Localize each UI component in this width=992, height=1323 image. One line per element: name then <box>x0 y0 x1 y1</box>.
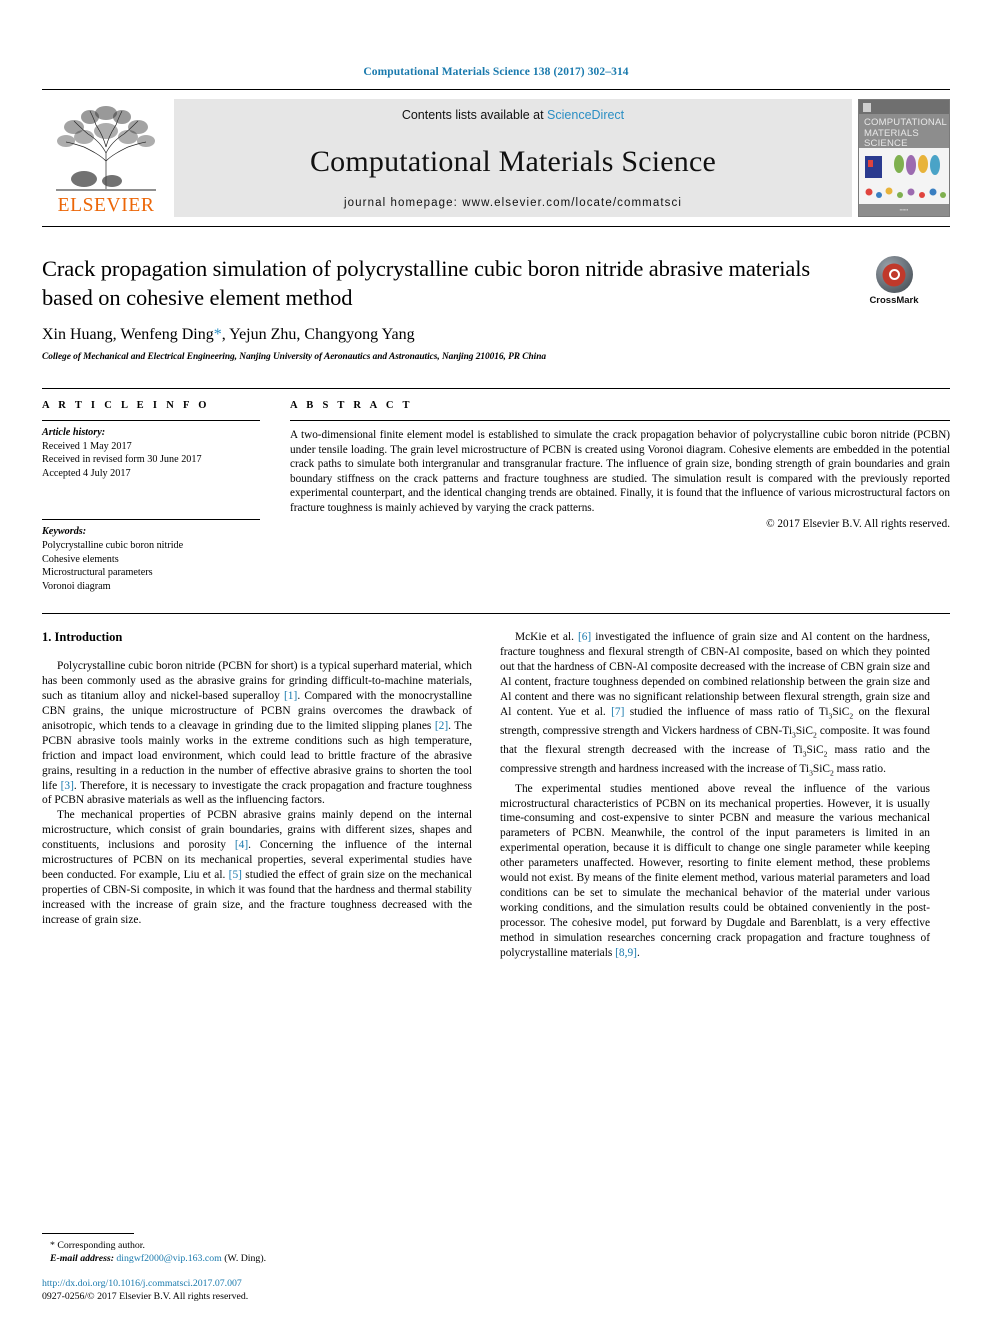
history-revised: Received in revised form 30 June 2017 <box>42 454 202 466</box>
article-info-column: A R T I C L E I N F O Article history: R… <box>42 400 290 593</box>
journal-title: Computational Materials Science <box>309 144 717 178</box>
cover-artwork-icon <box>859 148 949 204</box>
contents-prefix: Contents lists available at <box>401 108 548 122</box>
article-history: Article history: Received 1 May 2017 Rec… <box>42 421 260 480</box>
journal-masthead: ELSEVIER Contents lists available at Sci… <box>42 89 950 227</box>
citation-link[interactable]: [3] <box>61 780 74 792</box>
masthead-bottom-rule <box>42 226 950 227</box>
keyword-item: Voronoi diagram <box>42 580 111 592</box>
corresponding-author-note: * Corresponding author. <box>50 1240 145 1251</box>
paragraph: Polycrystalline cubic boron nitride (PCB… <box>42 660 473 807</box>
email-note: E-mail address: dingwf2000@vip.163.com (… <box>42 1252 472 1265</box>
elsevier-wordmark: ELSEVIER <box>57 195 155 216</box>
body-left-column: 1. Introduction Polycrystalline cubic bo… <box>42 630 472 960</box>
journal-homepage[interactable]: journal homepage: www.elsevier.com/locat… <box>344 197 682 209</box>
crossmark-icon <box>875 256 913 293</box>
author-list: Xin Huang, Wenfeng Ding*, Yejun Zhu, Cha… <box>42 325 830 345</box>
keyword-item: Polycrystalline cubic boron nitride <box>42 539 184 551</box>
doi-link[interactable]: http://dx.doi.org/10.1016/j.commatsci.20… <box>42 1277 472 1290</box>
affiliation: College of Mechanical and Electrical Eng… <box>42 352 547 362</box>
paragraph: The experimental studies mentioned above… <box>500 782 930 959</box>
elsevier-logo: ELSEVIER <box>42 99 170 217</box>
keywords-block: Keywords: Polycrystalline cubic boron ni… <box>42 519 260 593</box>
cover-header-bar <box>859 100 949 114</box>
cover-title-text: COMPUTATIONAL MATERIALS SCIENCE <box>864 117 947 149</box>
crossmark-inner-circle <box>882 263 906 286</box>
running-head: Computational Materials Science 138 (201… <box>363 66 629 78</box>
abstract-copyright: © 2017 Elsevier B.V. All rights reserved… <box>766 517 950 530</box>
abstract-column: A B S T R A C T A two-dimensional finite… <box>290 400 950 593</box>
page-title: Crack propagation simulation of polycrys… <box>42 256 811 310</box>
authors-rest: , Yejun Zhu, Changyong Yang <box>221 326 415 343</box>
footnote-rule <box>42 1233 134 1234</box>
doi-block: http://dx.doi.org/10.1016/j.commatsci.20… <box>42 1277 472 1303</box>
email-link[interactable]: dingwf2000@vip.163.com <box>116 1253 221 1264</box>
footnote-block: * Corresponding author. E-mail address: … <box>42 1233 472 1265</box>
citation-link[interactable]: [7] <box>611 706 624 718</box>
contents-line: Contents lists available at ScienceDirec… <box>402 108 624 122</box>
info-abstract-section: A R T I C L E I N F O Article history: R… <box>42 388 950 593</box>
keywords-list: Keywords: Polycrystalline cubic boron ni… <box>42 520 260 593</box>
cover-elsevier-icon <box>863 103 871 112</box>
elsevier-tree-icon <box>56 106 156 191</box>
citation-link[interactable]: [4] <box>235 839 248 851</box>
authors-first: Xin Huang, Wenfeng Ding <box>42 326 214 343</box>
journal-cover-thumbnail: COMPUTATIONAL MATERIALS SCIENCE ▪▪▪▪▪ ▪▪… <box>858 99 950 217</box>
email-suffix: (W. Ding). <box>224 1253 267 1264</box>
abstract-heading: A B S T R A C T <box>290 400 413 411</box>
citation-link[interactable]: [8,9] <box>615 947 637 959</box>
issn-copyright-line: 0927-0256/© 2017 Elsevier B.V. All right… <box>42 1291 249 1302</box>
history-accepted: Accepted 4 July 2017 <box>42 467 131 479</box>
article-info-heading: A R T I C L E I N F O <box>42 400 210 411</box>
paper-page: Computational Materials Science 138 (201… <box>0 0 992 1323</box>
article-history-label: Article history: <box>42 427 106 438</box>
body-right-column: McKie et al. [6] investigated the influe… <box>500 630 930 960</box>
keyword-item: Microstructural parameters <box>42 567 153 579</box>
citation-link[interactable]: [2] <box>435 720 448 732</box>
corresponding-author-marker: * <box>213 326 222 343</box>
cover-artwork <box>859 148 949 204</box>
crossmark-badge[interactable]: CrossMark <box>838 256 950 306</box>
body-columns: 1. Introduction Polycrystalline cubic bo… <box>42 613 950 960</box>
email-label: E-mail address: <box>50 1253 114 1264</box>
sciencedirect-link[interactable]: ScienceDirect <box>547 108 624 122</box>
paragraph: The mechanical properties of PCBN abrasi… <box>42 809 473 926</box>
keyword-item: Cohesive elements <box>42 553 119 565</box>
crossmark-label: CrossMark <box>869 295 919 306</box>
section-title-introduction: 1. Introduction <box>42 630 123 645</box>
masthead-center: Contents lists available at ScienceDirec… <box>174 99 852 217</box>
paragraph: McKie et al. [6] investigated the influe… <box>500 631 931 778</box>
cover-footer-bar: ▪▪▪▪▪▪ <box>859 204 949 216</box>
citation-link[interactable]: [6] <box>578 631 591 643</box>
keywords-label: Keywords: <box>42 526 87 538</box>
history-received: Received 1 May 2017 <box>42 440 132 452</box>
citation-link[interactable]: [1] <box>284 690 297 702</box>
citation-link[interactable]: [5] <box>229 869 242 881</box>
abstract-text: A two-dimensional finite element model i… <box>290 429 950 514</box>
title-block: Crack propagation simulation of polycrys… <box>42 254 950 362</box>
